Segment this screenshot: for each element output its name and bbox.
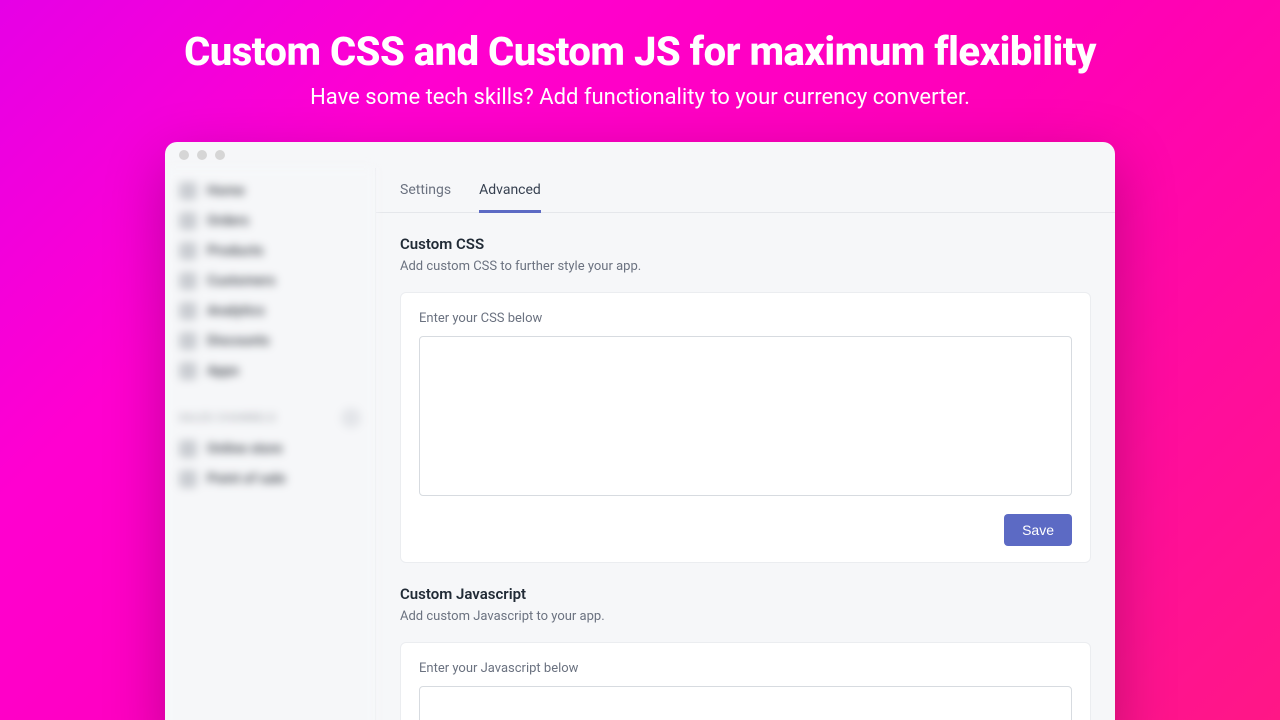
sidebar-item-label: Orders	[207, 213, 249, 229]
sidebar: Home Orders Products Customers Analytics	[165, 168, 375, 720]
save-button[interactable]: Save	[1004, 514, 1072, 546]
add-channel-icon[interactable]	[341, 408, 361, 428]
tabs: Settings Advanced	[376, 168, 1115, 213]
js-input[interactable]	[419, 686, 1072, 720]
window-dot	[197, 150, 207, 160]
sidebar-item-label: Products	[207, 243, 264, 259]
window-titlebar	[165, 142, 1115, 168]
analytics-icon	[179, 302, 197, 320]
orders-icon	[179, 212, 197, 230]
css-input[interactable]	[419, 336, 1072, 496]
sidebar-item-label: Discounts	[207, 333, 270, 349]
store-icon	[179, 440, 197, 458]
section-title: Custom Javascript	[400, 585, 1091, 603]
sidebar-item-orders[interactable]: Orders	[175, 206, 365, 236]
custom-js-section: Custom Javascript Add custom Javascript …	[400, 585, 1091, 720]
js-field-label: Enter your Javascript below	[419, 661, 1072, 676]
sidebar-item-online-store[interactable]: Online store	[175, 434, 365, 464]
tab-advanced[interactable]: Advanced	[479, 182, 541, 213]
hero-title: Custom CSS and Custom JS for maximum fle…	[0, 28, 1280, 75]
sidebar-item-customers[interactable]: Customers	[175, 266, 365, 296]
sidebar-item-discounts[interactable]: Discounts	[175, 326, 365, 356]
sidebar-item-analytics[interactable]: Analytics	[175, 296, 365, 326]
customers-icon	[179, 272, 197, 290]
apps-icon	[179, 362, 197, 380]
main-panel: Settings Advanced Custom CSS Add custom …	[375, 168, 1115, 720]
section-title: Custom CSS	[400, 235, 1091, 253]
hero-subtitle: Have some tech skills? Add functionality…	[0, 85, 1280, 110]
sidebar-item-home[interactable]: Home	[175, 176, 365, 206]
sidebar-item-label: Point of sale	[207, 471, 285, 487]
window-dot	[179, 150, 189, 160]
custom-css-card: Enter your CSS below Save	[400, 292, 1091, 563]
sidebar-item-apps[interactable]: Apps	[175, 356, 365, 386]
section-subtitle: Add custom CSS to further style your app…	[400, 259, 1091, 274]
pos-icon	[179, 470, 197, 488]
css-field-label: Enter your CSS below	[419, 311, 1072, 326]
sidebar-item-point-of-sale[interactable]: Point of sale	[175, 464, 365, 494]
window-dot	[215, 150, 225, 160]
sidebar-section-label: Sales channels	[179, 413, 276, 424]
sidebar-item-label: Analytics	[207, 303, 265, 319]
section-subtitle: Add custom Javascript to your app.	[400, 609, 1091, 624]
app-window: Home Orders Products Customers Analytics	[165, 142, 1115, 720]
custom-js-card: Enter your Javascript below	[400, 642, 1091, 720]
sidebar-item-products[interactable]: Products	[175, 236, 365, 266]
sidebar-item-label: Apps	[207, 363, 239, 379]
tab-settings[interactable]: Settings	[400, 182, 451, 213]
sidebar-section-channels: Sales channels	[179, 408, 361, 428]
discounts-icon	[179, 332, 197, 350]
home-icon	[179, 182, 197, 200]
custom-css-section: Custom CSS Add custom CSS to further sty…	[400, 235, 1091, 563]
sidebar-item-label: Home	[207, 183, 245, 199]
products-icon	[179, 242, 197, 260]
sidebar-item-label: Online store	[207, 441, 282, 457]
sidebar-item-label: Customers	[207, 273, 275, 289]
